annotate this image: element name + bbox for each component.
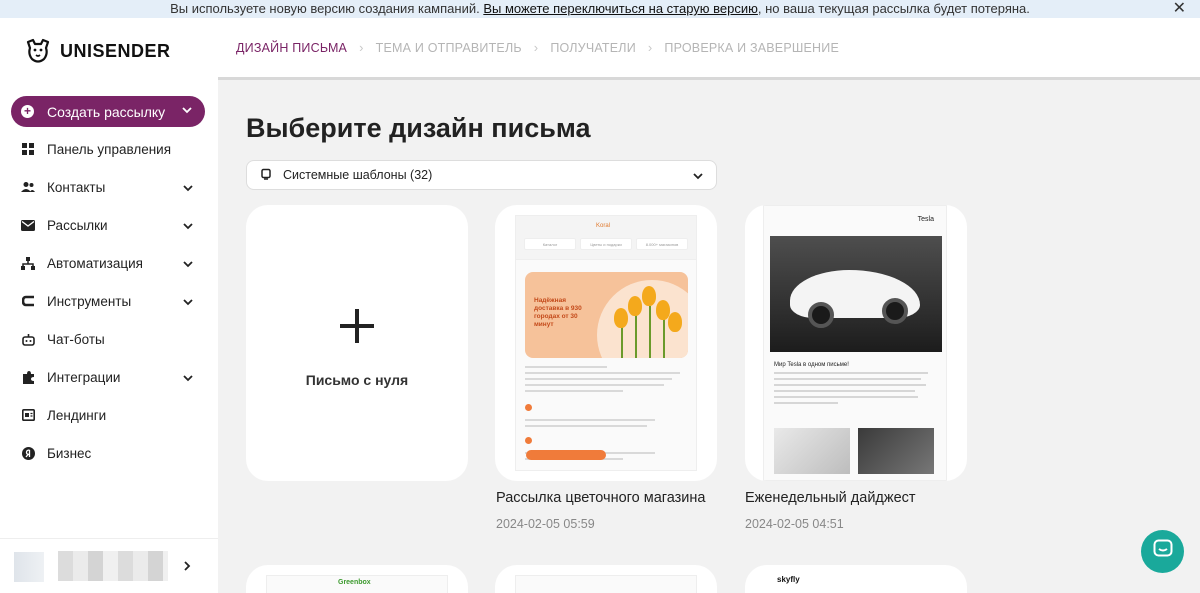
- template-date: 2024-02-05 04:51: [745, 517, 844, 531]
- sidebar-item-label: Панель управления: [47, 141, 172, 157]
- step-review-finish[interactable]: ПРОВЕРКА И ЗАВЕРШЕНИЕ: [664, 41, 839, 55]
- mail-icon: [21, 218, 35, 232]
- chevron-right-icon: ›: [359, 40, 364, 55]
- sidebar-item-label: Автоматизация: [47, 255, 143, 271]
- template-preview: Tesla Мир Tesla в одном письме!: [763, 205, 947, 481]
- preview-logo: Tesla: [917, 216, 934, 223]
- account-name-blurred: [58, 551, 168, 581]
- version-banner: Вы используете новую версию создания кам…: [0, 0, 1200, 18]
- blank-letter-card[interactable]: Письмо с нуля: [246, 205, 468, 481]
- chevron-down-icon: [182, 182, 194, 194]
- sidebar-item-label: Рассылки: [47, 217, 108, 233]
- chevron-down-icon: [182, 220, 194, 232]
- tools-icon: [21, 294, 35, 308]
- chevron-right-icon: [182, 559, 192, 575]
- blank-letter-label: Письмо с нуля: [305, 372, 409, 388]
- preview-logo: Greenbox: [338, 579, 371, 586]
- preview-car-photo: [770, 236, 942, 352]
- chevron-right-icon: ›: [533, 40, 539, 55]
- sidebar: UNISENDER + Создать рассылку Панель упра…: [0, 18, 218, 593]
- sidebar-nav: Панель управления Контакты Рассылки Авто…: [0, 130, 218, 472]
- chat-icon: [1153, 539, 1173, 564]
- chevron-down-icon: [182, 258, 194, 270]
- contacts-icon: [21, 180, 35, 194]
- preview-logo: skyfly: [777, 575, 800, 584]
- logo[interactable]: UNISENDER: [24, 38, 171, 64]
- template-card[interactable]: [495, 565, 717, 593]
- banner-text-after: , но ваша текущая рассылка будет потерян…: [757, 1, 1030, 16]
- step-recipients[interactable]: ПОЛУЧАТЕЛИ: [550, 41, 636, 55]
- sidebar-item-tools[interactable]: Инструменты: [0, 282, 218, 320]
- sidebar-item-chatbots[interactable]: Чат-боты: [0, 320, 218, 358]
- chevron-down-icon: [692, 170, 704, 182]
- bot-icon: [21, 332, 35, 346]
- sidebar-item-label: Контакты: [47, 179, 106, 195]
- preview-tab: Каталог: [524, 238, 576, 250]
- puzzle-icon: [21, 370, 35, 384]
- template-icon: [261, 168, 271, 183]
- sidebar-item-label: Лендинги: [47, 407, 107, 423]
- template-card-weekly-digest[interactable]: Tesla Мир Tesla в одном письме!: [745, 205, 967, 481]
- account-avatar: [14, 552, 44, 582]
- preview-hero: Надёжная доставка в 930 городах от 30 ми…: [525, 272, 688, 358]
- create-campaign-button[interactable]: + Создать рассылку: [11, 96, 205, 127]
- logo-text: UNISENDER: [60, 40, 171, 61]
- template-card[interactable]: Greenbox: [246, 565, 468, 593]
- landing-icon: [21, 408, 35, 422]
- create-campaign-label: Создать рассылку: [47, 103, 166, 120]
- close-icon[interactable]: ✕: [1173, 0, 1186, 18]
- step-design[interactable]: ДИЗАЙН ПИСЬМА: [236, 41, 347, 55]
- step-subject-sender[interactable]: ТЕМА И ОТПРАВИТЕЛЬ: [376, 41, 522, 55]
- sidebar-item-campaigns[interactable]: Рассылки: [0, 206, 218, 244]
- plus-icon: [340, 309, 374, 343]
- chevron-right-icon: ›: [647, 40, 653, 55]
- template-source-select[interactable]: Системные шаблоны (32): [246, 160, 717, 190]
- main-content: Выберите дизайн письма Системные шаблоны…: [218, 83, 1200, 593]
- sidebar-item-automation[interactable]: Автоматизация: [0, 244, 218, 282]
- sidebar-item-landings[interactable]: Лендинги: [0, 396, 218, 434]
- sidebar-item-label: Бизнес: [47, 445, 92, 461]
- dog-logo-icon: [24, 38, 52, 64]
- preview-tab: 8.000+ магазинов: [636, 238, 688, 250]
- banner-text: Вы используете новую версию создания кам…: [170, 1, 480, 16]
- template-card-flower-shop[interactable]: Koral Каталог Цветы и подарки 8.000+ маг…: [495, 205, 717, 481]
- chevron-down-icon: [181, 104, 193, 116]
- sidebar-item-label: Интеграции: [47, 369, 121, 385]
- dashboard-icon: [21, 142, 35, 156]
- switch-old-version-link[interactable]: Вы можете переключиться на старую версию: [483, 1, 758, 16]
- yandex-icon: [21, 446, 35, 460]
- support-chat-button[interactable]: [1141, 530, 1184, 573]
- automation-icon: [21, 256, 35, 270]
- template-source-value: Системные шаблоны (32): [283, 168, 433, 182]
- plus-circle-icon: +: [21, 105, 34, 118]
- page-title: Выберите дизайн письма: [246, 113, 591, 143]
- preview-tab: Цветы и подарки: [580, 238, 632, 250]
- preview-hero-text: Надёжная доставка в 930 городах от 30 ми…: [534, 297, 582, 328]
- chevron-down-icon: [182, 372, 194, 384]
- template-preview: Koral Каталог Цветы и подарки 8.000+ маг…: [515, 215, 697, 471]
- chevron-down-icon: [182, 296, 194, 308]
- template-name[interactable]: Рассылка цветочного магазина: [496, 490, 705, 506]
- wizard-steps: ДИЗАЙН ПИСЬМА › ТЕМА И ОТПРАВИТЕЛЬ › ПОЛ…: [218, 18, 1200, 80]
- template-card[interactable]: skyfly: [745, 565, 967, 593]
- sidebar-item-label: Чат-боты: [47, 331, 105, 347]
- sidebar-item-label: Инструменты: [47, 293, 132, 309]
- preview-cta: [526, 450, 606, 460]
- sidebar-item-integrations[interactable]: Интеграции: [0, 358, 218, 396]
- account-switcher[interactable]: [0, 538, 218, 593]
- sidebar-item-contacts[interactable]: Контакты: [0, 168, 218, 206]
- preview-heading: Мир Tesla в одном письме!: [774, 362, 849, 368]
- sidebar-item-dashboard[interactable]: Панель управления: [0, 130, 218, 168]
- template-date: 2024-02-05 05:59: [496, 517, 595, 531]
- preview-logo: Koral: [596, 223, 611, 229]
- sidebar-item-business[interactable]: Бизнес: [0, 434, 218, 472]
- template-name[interactable]: Еженедельный дайджест: [745, 490, 916, 506]
